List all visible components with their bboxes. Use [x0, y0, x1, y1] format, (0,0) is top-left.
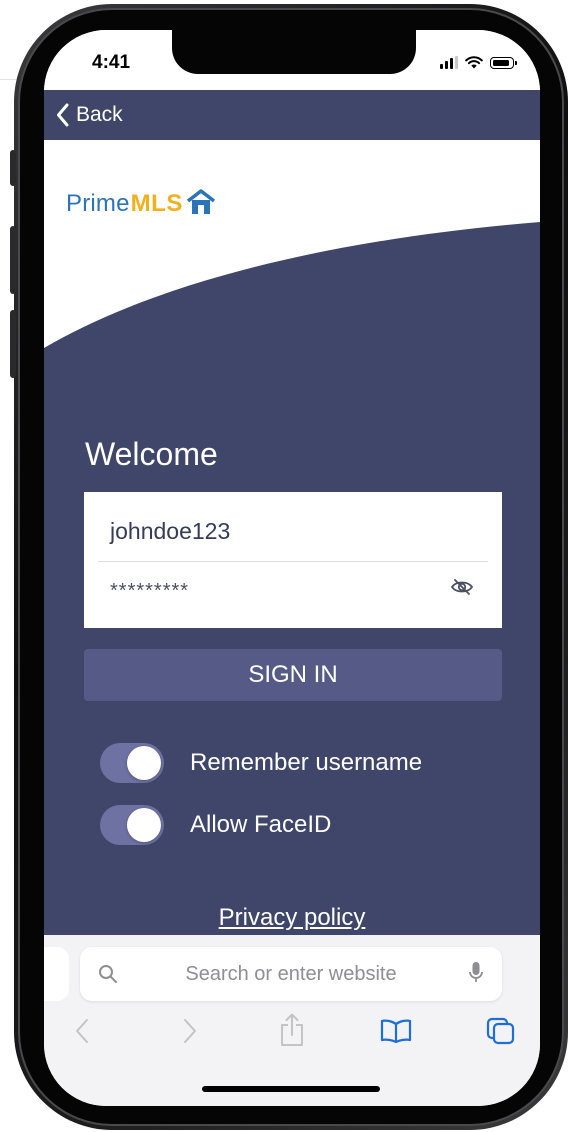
address-placeholder: Search or enter website	[185, 963, 397, 985]
notch	[172, 30, 416, 74]
address-bar[interactable]: Search or enter website	[80, 947, 502, 1001]
status-time: 4:41	[92, 52, 131, 73]
volume-down-button	[10, 310, 16, 378]
safari-toolbar: Search or enter website	[44, 935, 540, 1106]
share-icon[interactable]	[279, 1013, 305, 1047]
wifi-icon	[465, 56, 483, 69]
sign-in-button[interactable]: SIGN IN	[84, 649, 502, 701]
remember-username-row: Remember username	[100, 743, 422, 783]
navigation-bar: Back	[44, 90, 540, 140]
screenshot-stage: 4:41 Back Prime MLS Welcome johndoe123 *…	[0, 0, 568, 1132]
safari-bottom-toolbar	[44, 1013, 540, 1057]
toggle-knob	[127, 808, 161, 842]
logo-prime-text: Prime	[66, 190, 130, 217]
login-form: johndoe123 *********	[84, 492, 502, 628]
toggle-knob	[127, 746, 161, 780]
show-password-button[interactable]	[450, 578, 474, 601]
password-field[interactable]: *********	[110, 580, 189, 603]
phone-screen: 4:41 Back Prime MLS Welcome johndoe123 *…	[44, 30, 540, 1106]
battery-icon	[490, 57, 517, 69]
remember-username-label: Remember username	[190, 749, 423, 776]
username-field[interactable]: johndoe123	[110, 518, 470, 545]
privacy-policy-link[interactable]: Privacy policy	[44, 904, 540, 932]
allow-faceid-label: Allow FaceID	[190, 811, 332, 838]
home-indicator	[202, 1086, 380, 1092]
field-divider	[98, 561, 488, 562]
status-icons	[440, 56, 517, 69]
remember-username-toggle[interactable]	[100, 743, 164, 783]
back-chevron-icon	[57, 103, 69, 127]
back-arrow-icon[interactable]	[74, 1017, 90, 1045]
back-label: Back	[76, 103, 123, 126]
allow-faceid-toggle[interactable]	[100, 805, 164, 845]
bookmarks-icon[interactable]	[380, 1019, 412, 1043]
login-content: Prime MLS Welcome johndoe123 ********* S…	[44, 140, 540, 935]
cellular-signal-icon	[440, 56, 458, 69]
volume-up-button	[10, 226, 16, 294]
mute-switch	[10, 150, 16, 186]
eye-slash-icon	[450, 579, 474, 595]
house-icon	[186, 189, 215, 214]
forward-arrow-icon[interactable]	[182, 1017, 198, 1045]
logo-mls-text: MLS	[130, 190, 183, 217]
allow-faceid-row: Allow FaceID	[100, 805, 331, 845]
back-button[interactable]: Back	[44, 103, 123, 127]
welcome-heading: Welcome	[85, 436, 218, 472]
tabs-icon[interactable]	[486, 1017, 516, 1045]
microphone-icon[interactable]	[468, 961, 484, 985]
previous-tab-preview[interactable]	[44, 947, 69, 1001]
primemls-logo: Prime MLS	[66, 188, 217, 218]
